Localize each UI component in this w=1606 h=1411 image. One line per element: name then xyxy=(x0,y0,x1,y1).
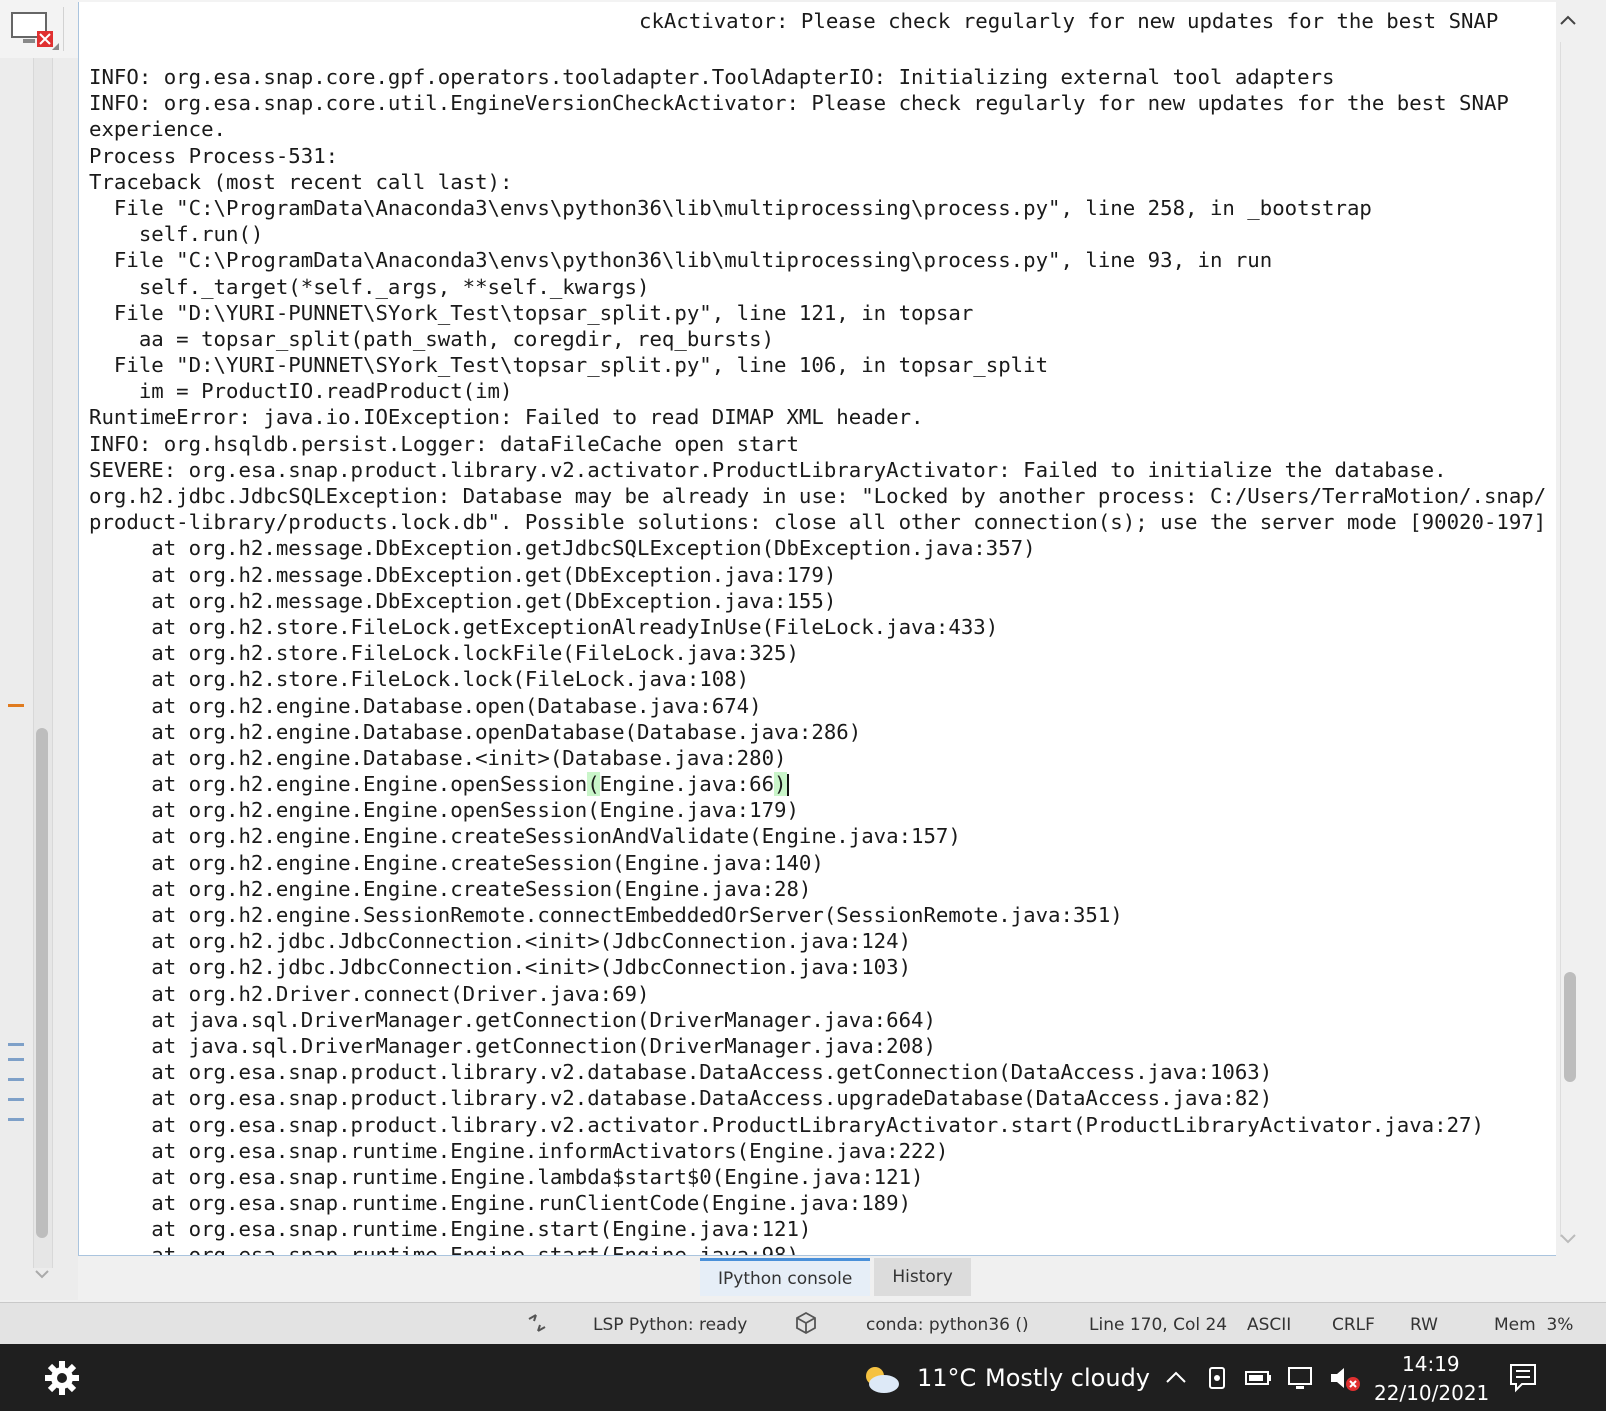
console-line: at org.h2.engine.Database.<init>(Databas… xyxy=(89,745,787,770)
console-line: at org.h2.message.DbException.get(DbExce… xyxy=(89,562,837,587)
weather-description[interactable]: Mostly cloudy xyxy=(985,1364,1150,1392)
meet-now-icon[interactable] xyxy=(1206,1364,1230,1392)
sync-icon xyxy=(528,1314,546,1332)
console-line: File "C:\ProgramData\Anaconda3\envs\pyth… xyxy=(89,195,1372,220)
console-line: File "D:\YURI-PUNNET\SYork_Test\topsar_s… xyxy=(89,353,1049,378)
console-line: product-library/products.lock.db". Possi… xyxy=(89,510,1547,535)
gutter-scroll-thumb[interactable] xyxy=(36,728,48,1238)
clock-date[interactable]: 22/10/2021 xyxy=(1374,1381,1489,1405)
console-line: Traceback (most recent call last): xyxy=(89,169,513,194)
monitor-close-icon xyxy=(10,12,53,47)
console-line: at java.sql.DriverManager.getConnection(… xyxy=(89,1033,936,1058)
console-line: at org.h2.engine.Engine.createSession(En… xyxy=(89,850,824,875)
tab-history[interactable]: History xyxy=(874,1258,971,1296)
tab-ipython-console[interactable]: IPython console xyxy=(700,1258,871,1296)
ipython-console[interactable]: ckActivator: Please check regularly for … xyxy=(78,2,1580,1256)
console-line: at org.h2.engine.SessionRemote.connectEm… xyxy=(89,903,1123,927)
console-line: at org.h2.store.FileLock.getExceptionAlr… xyxy=(89,614,999,639)
console-line: at org.h2.store.FileLock.lock(FileLock.j… xyxy=(89,667,750,692)
console-line: at org.esa.snap.runtime.Engine.start(Eng… xyxy=(89,1243,799,1256)
console-line: at org.esa.snap.product.library.v2.datab… xyxy=(89,1060,1273,1085)
console-line: at org.h2.engine.Engine.openSession(Engi… xyxy=(89,772,789,797)
weather-temperature[interactable]: 11°C xyxy=(917,1364,976,1392)
chevron-down-icon[interactable] xyxy=(34,1268,50,1280)
console-line: RuntimeError: java.io.IOException: Faile… xyxy=(89,405,924,430)
console-line: experience. xyxy=(89,117,227,142)
console-line: at org.h2.jdbc.JdbcConnection.<init>(Jdb… xyxy=(89,955,912,980)
console-line: at org.esa.snap.runtime.Engine.informAct… xyxy=(89,1138,949,1163)
chevron-up-icon[interactable] xyxy=(1558,12,1578,28)
clock-time[interactable]: 14:19 xyxy=(1402,1352,1460,1376)
console-output[interactable]: INFO: org.esa.snap.core.gpf.operators.to… xyxy=(89,64,1547,1256)
chevron-up-icon[interactable] xyxy=(1164,1368,1188,1388)
outline-marker xyxy=(8,1118,24,1121)
console-line: self.run() xyxy=(89,222,264,247)
cube-icon xyxy=(796,1311,816,1335)
console-line: at org.h2.Driver.connect(Driver.java:69) xyxy=(89,981,650,1006)
console-line: File "D:\YURI-PUNNET\SYork_Test\topsar_s… xyxy=(89,300,974,325)
volume-muted-icon[interactable] xyxy=(1328,1364,1362,1394)
console-tabs: IPython console History xyxy=(700,1258,971,1298)
eol-status: CRLF xyxy=(1332,1315,1375,1335)
console-line: at org.esa.snap.product.library.v2.datab… xyxy=(89,1086,1273,1111)
lsp-status[interactable]: LSP Python: ready xyxy=(593,1315,747,1335)
console-line: at org.esa.snap.product.library.v2.activ… xyxy=(89,1112,1484,1137)
console-line: Process Process-531: xyxy=(89,143,339,168)
memory-status: Mem 3% xyxy=(1494,1315,1574,1335)
console-line: at org.esa.snap.runtime.Engine.start(Eng… xyxy=(89,1217,812,1242)
console-line: at org.esa.snap.runtime.Engine.runClient… xyxy=(89,1191,912,1216)
battery-icon[interactable] xyxy=(1244,1366,1274,1390)
console-line: at org.h2.engine.Engine.createSessionAnd… xyxy=(89,824,961,849)
console-line: INFO: org.esa.snap.core.util.EngineVersi… xyxy=(89,91,1509,116)
outline-marker xyxy=(8,1043,24,1046)
console-line: at org.h2.engine.Engine.openSession(Engi… xyxy=(89,798,799,823)
outline-marker xyxy=(8,1098,24,1101)
outline-marker xyxy=(8,1058,24,1061)
settings-gear-icon[interactable] xyxy=(44,1360,80,1396)
console-line: at org.h2.jdbc.JdbcConnection.<init>(Jdb… xyxy=(89,929,912,954)
warning-marker xyxy=(8,704,24,707)
console-line: INFO: org.hsqldb.persist.Logger: dataFil… xyxy=(89,431,799,456)
console-line: File "C:\ProgramData\Anaconda3\envs\pyth… xyxy=(89,248,1273,273)
status-bar: LSP Python: ready conda: python36 () Lin… xyxy=(0,1302,1606,1345)
console-line: INFO: org.esa.snap.core.gpf.operators.to… xyxy=(89,65,1335,89)
cloud-icon xyxy=(866,1367,899,1393)
notifications-icon[interactable] xyxy=(1508,1362,1538,1394)
left-gutter xyxy=(0,58,78,1300)
console-line: at org.h2.message.DbException.get(DbExce… xyxy=(89,588,837,613)
console-line: self._target(*self._args, **self._kwargs… xyxy=(89,274,650,299)
console-scrollbar[interactable] xyxy=(1556,2,1606,1410)
console-line: at org.esa.snap.runtime.Engine.lambda$st… xyxy=(89,1164,924,1189)
console-line: at org.h2.engine.Database.open(Database.… xyxy=(89,693,762,718)
encoding-status: ASCII xyxy=(1247,1315,1292,1335)
console-line: aa = topsar_split(path_swath, coregdir, … xyxy=(89,326,775,351)
console-line: at org.h2.message.DbException.getJdbcSQL… xyxy=(89,536,1036,561)
rw-status: RW xyxy=(1410,1315,1438,1335)
scroll-thumb[interactable] xyxy=(1564,972,1576,1082)
chevron-down-icon[interactable] xyxy=(1558,1232,1578,1246)
outline-marker xyxy=(8,1078,24,1081)
cursor-position: Line 170, Col 24 xyxy=(1089,1315,1228,1335)
console-line: at java.sql.DriverManager.getConnection(… xyxy=(89,1007,936,1032)
network-icon[interactable] xyxy=(1286,1364,1316,1392)
console-line: org.h2.jdbc.JdbcSQLException: Database m… xyxy=(89,484,1547,508)
console-line: SEVERE: org.esa.snap.product.library.v2.… xyxy=(89,457,1447,482)
console-line: at org.h2.engine.Database.openDatabase(D… xyxy=(89,719,862,744)
console-top-line: ckActivator: Please check regularly for … xyxy=(639,9,1499,33)
console-line: at org.h2.engine.Engine.createSession(En… xyxy=(89,876,812,901)
stop-console-button[interactable] xyxy=(0,2,63,56)
conda-env-status[interactable]: conda: python36 () xyxy=(866,1315,1029,1335)
console-line: im = ProductIO.readProduct(im) xyxy=(89,379,513,404)
windows-taskbar: 11°C Mostly cloudy 14:19 22/10/2021 xyxy=(0,1344,1606,1411)
text-cursor xyxy=(786,774,789,797)
console-line: at org.h2.store.FileLock.lockFile(FileLo… xyxy=(89,641,799,666)
